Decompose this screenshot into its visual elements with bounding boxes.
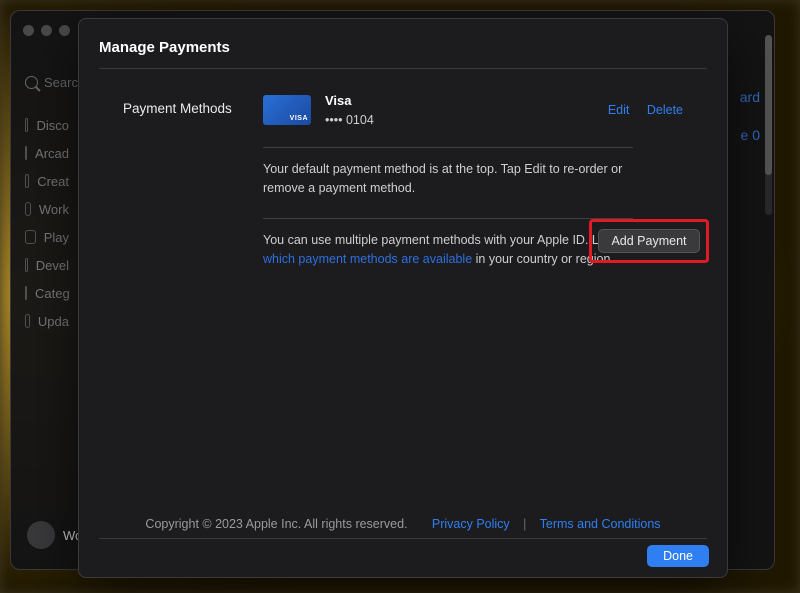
controller-icon bbox=[25, 230, 36, 244]
divider bbox=[263, 218, 633, 219]
divider bbox=[99, 538, 707, 539]
download-icon bbox=[25, 314, 30, 328]
learn-more-link[interactable]: which payment methods are available bbox=[263, 252, 472, 266]
sidebar-item-discover[interactable]: Disco bbox=[11, 111, 83, 139]
card-entry: Visa •••• 0104 Edit Delete bbox=[263, 91, 683, 129]
dialog-footer: Copyright © 2023 Apple Inc. All rights r… bbox=[79, 517, 727, 531]
card-brand: Visa bbox=[325, 91, 374, 111]
terms-link[interactable]: Terms and Conditions bbox=[540, 517, 661, 531]
hammer-icon bbox=[25, 258, 28, 272]
minimize-icon[interactable] bbox=[41, 25, 52, 36]
sidebar-item-play[interactable]: Play bbox=[11, 223, 83, 251]
window-traffic-lights[interactable] bbox=[23, 25, 70, 36]
scrollbar-thumb[interactable] bbox=[765, 35, 772, 175]
sidebar-item-categories[interactable]: Categ bbox=[11, 279, 83, 307]
privacy-policy-link[interactable]: Privacy Policy bbox=[432, 517, 510, 531]
fullscreen-icon[interactable] bbox=[59, 25, 70, 36]
help-text-default: Your default payment method is at the to… bbox=[263, 160, 633, 198]
grid-icon bbox=[25, 286, 27, 300]
sidebar-item-label: Devel bbox=[36, 258, 69, 273]
sidebar-item-label: Creat bbox=[37, 174, 69, 189]
delete-link[interactable]: Delete bbox=[647, 103, 683, 117]
background-text: ard e 0 bbox=[740, 89, 760, 143]
sidebar-item-arcade[interactable]: Arcad bbox=[11, 139, 83, 167]
card-actions: Edit Delete bbox=[594, 101, 683, 120]
account-avatar[interactable]: Wo bbox=[27, 521, 82, 549]
visa-card-icon bbox=[263, 95, 311, 125]
highlight-annotation: Add Payment bbox=[589, 219, 709, 263]
payment-method-row: Payment Methods Visa •••• 0104 Edit Dele… bbox=[123, 91, 683, 129]
edit-link[interactable]: Edit bbox=[608, 103, 630, 117]
briefcase-icon bbox=[25, 202, 31, 216]
done-button[interactable]: Done bbox=[647, 545, 709, 567]
section-label: Payment Methods bbox=[123, 91, 235, 119]
sidebar-item-develop[interactable]: Devel bbox=[11, 251, 83, 279]
sidebar-item-label: Categ bbox=[35, 286, 70, 301]
star-icon bbox=[25, 118, 28, 132]
sidebar-item-label: Arcad bbox=[35, 146, 69, 161]
copyright-text: Copyright © 2023 Apple Inc. All rights r… bbox=[145, 517, 407, 531]
search-input[interactable]: Search bbox=[25, 75, 85, 90]
dialog-title: Manage Payments bbox=[99, 19, 707, 68]
sidebar-item-label: Disco bbox=[36, 118, 69, 133]
help-text-multiple: You can use multiple payment methods wit… bbox=[263, 231, 633, 269]
sidebar-item-label: Work bbox=[39, 202, 69, 217]
separator: | bbox=[523, 517, 526, 531]
search-icon bbox=[25, 76, 38, 89]
sidebar-item-updates[interactable]: Upda bbox=[11, 307, 83, 335]
divider bbox=[263, 147, 633, 148]
close-icon[interactable] bbox=[23, 25, 34, 36]
sidebar-item-create[interactable]: Creat bbox=[11, 167, 83, 195]
sidebar-item-work[interactable]: Work bbox=[11, 195, 83, 223]
card-last4: •••• 0104 bbox=[325, 111, 374, 130]
add-payment-button[interactable]: Add Payment bbox=[598, 229, 699, 253]
help-text-part: You can use multiple payment methods wit… bbox=[263, 233, 624, 247]
avatar-icon bbox=[27, 521, 55, 549]
arcade-icon bbox=[25, 146, 27, 160]
sidebar-item-label: Play bbox=[44, 230, 69, 245]
sidebar-item-label: Upda bbox=[38, 314, 69, 329]
manage-payments-dialog: Manage Payments Payment Methods Visa •••… bbox=[78, 18, 728, 578]
sidebar: Disco Arcad Creat Work Play Devel Categ … bbox=[11, 111, 83, 335]
brush-icon bbox=[25, 174, 29, 188]
